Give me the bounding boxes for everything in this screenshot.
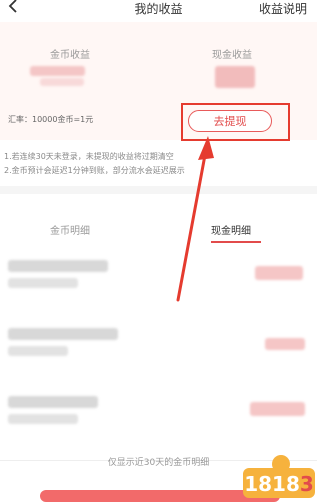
cash-earnings-label: 现金收益 <box>212 50 252 61</box>
detail-tabs: 金币明细 现金明细 <box>0 194 317 250</box>
site-watermark-logo: 18183 <box>243 455 315 498</box>
exchange-rate: 汇率：10000金币=1元 <box>8 115 94 124</box>
coin-amount-blurred <box>30 66 85 76</box>
earnings-help-link[interactable]: 收益说明 <box>259 0 307 17</box>
list-item <box>0 250 317 321</box>
earnings-notes: 1.若连续30天未登录，未提现的收益将过期清空 2.金币预计会延迟1分钟到账，部… <box>4 150 304 178</box>
list-item <box>0 320 317 391</box>
watermark-number: 3 <box>300 472 314 496</box>
section-divider <box>0 186 317 194</box>
svg-text:18183: 18183 <box>244 472 314 496</box>
coin-amount-blurred-2 <box>40 78 84 86</box>
tab-cash-details[interactable]: 现金明细 <box>211 222 251 237</box>
cash-amount-blurred <box>215 66 255 88</box>
coin-earnings-label: 金币收益 <box>50 50 90 61</box>
tab-coin-details[interactable]: 金币明细 <box>50 222 90 237</box>
note-line: 1.若连续30天未登录，未提现的收益将过期清空 <box>4 152 174 161</box>
annotation-highlight-box <box>181 103 290 141</box>
active-tab-indicator <box>211 241 261 243</box>
note-line: 2.金币预计会延迟1分钟到账，部分流水会延迟展示 <box>4 166 185 175</box>
top-bar: 我的收益 收益说明 <box>0 0 317 22</box>
watermark-text: 1818 <box>244 472 300 496</box>
